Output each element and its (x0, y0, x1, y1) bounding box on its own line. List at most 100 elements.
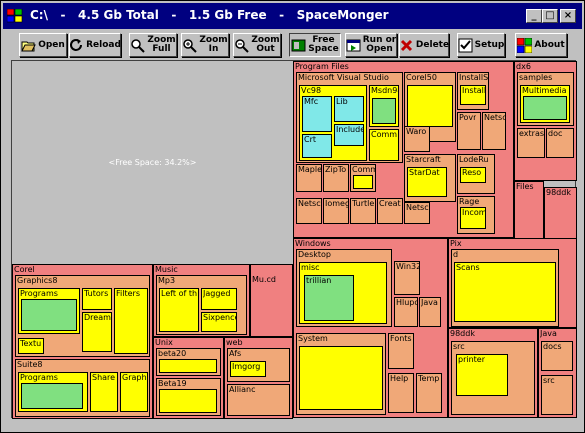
folder-temp[interactable]: Temp (416, 373, 442, 413)
folder-mp3[interactable]: Mp3 Left of th Jagged Sixpence (156, 275, 247, 335)
file-block[interactable] (21, 383, 83, 409)
folder-files[interactable]: Files (514, 181, 544, 241)
folder-textu[interactable]: Textu (18, 338, 44, 354)
folder-system[interactable]: System (296, 333, 386, 415)
folder-common[interactable]: Comm (369, 129, 399, 161)
folder-docs[interactable]: docs (541, 341, 573, 371)
minimize-button[interactable]: _ (526, 9, 542, 23)
zoom-full-button[interactable]: Zoom Full (129, 33, 177, 57)
folder-creat[interactable]: Creat (377, 198, 403, 224)
zoom-out-button[interactable]: Zoom Out (233, 33, 281, 57)
folder-programs[interactable]: Programs (18, 288, 80, 334)
file-block[interactable] (21, 299, 77, 331)
folder-src2[interactable]: src (541, 375, 573, 415)
folder-imgorg[interactable]: Imgorg (230, 361, 266, 377)
maximize-button[interactable]: □ (542, 9, 558, 23)
folder-windows[interactable]: Windows Desktop misc trillian Win32 Hlup… (293, 238, 448, 418)
treemap[interactable]: <Free Space: 34.2%> Program Files Micros… (11, 60, 577, 419)
folder-scans[interactable]: Scans (454, 262, 556, 322)
folder-multimedia[interactable]: Multimedia (520, 85, 570, 123)
file-block[interactable] (372, 98, 396, 124)
folder-fonts[interactable]: Fonts (388, 333, 414, 369)
folder-netsc3[interactable]: Netsc (482, 112, 506, 150)
folder-starcraft[interactable]: Starcraft StarDat (404, 154, 456, 202)
folder-zipto[interactable]: ZipTo (323, 164, 349, 192)
folder-samples[interactable]: samples Multimedia (517, 72, 574, 126)
folder-beta20[interactable]: beta20 (156, 348, 221, 376)
folder-pix[interactable]: Pix d Scans (448, 238, 577, 328)
folder-java[interactable]: Java (419, 297, 441, 327)
folder-music[interactable]: Music Mp3 Left of th Jagged Sixpence (153, 264, 250, 337)
folder-tutors[interactable]: Tutors (82, 288, 112, 310)
folder-netsc2[interactable]: Netsc (404, 202, 430, 224)
folder-programs2[interactable]: Programs (18, 372, 88, 412)
folder-reso[interactable]: Reso (460, 167, 486, 183)
free-space-button[interactable]: Free Space (289, 33, 341, 57)
folder-98ddk[interactable]: 98ddk src printer (448, 328, 538, 418)
run-or-open-button[interactable]: Run or Open (345, 33, 397, 57)
title-bar[interactable]: C:\ - 4.5 Gb Total - 1.5 Gb Free - Space… (3, 3, 582, 29)
folder-sixpence[interactable]: Sixpence (201, 312, 237, 332)
folder-loderun[interactable]: LodeRu Reso (457, 154, 495, 194)
zoom-in-button[interactable]: Zoom In (181, 33, 229, 57)
file-block[interactable] (299, 346, 383, 410)
folder-d[interactable]: d Scans (451, 249, 559, 327)
free-space-block[interactable]: <Free Space: 34.2%> (12, 61, 293, 264)
folder-printer[interactable]: printer (456, 354, 508, 396)
folder-maple[interactable]: Maple (296, 164, 322, 192)
folder-alliance[interactable]: Allianc (227, 384, 290, 416)
folder-waro[interactable]: Waro (404, 126, 430, 152)
close-button[interactable]: × (560, 9, 576, 23)
folder-turtle[interactable]: Turtle (350, 198, 376, 224)
about-button[interactable]: About (515, 33, 567, 57)
folder-lib[interactable]: Lib (334, 96, 364, 122)
folder-doc[interactable]: doc (546, 128, 574, 158)
folder-incom[interactable]: Incom (460, 207, 486, 229)
folder-crt[interactable]: Crt (302, 134, 332, 158)
folder-iomega[interactable]: Iomeg (323, 198, 349, 224)
folder-filters[interactable]: Filters (114, 288, 148, 354)
folder-msdn98[interactable]: Msdn98 (369, 85, 399, 127)
folder-corel[interactable]: Corel Graphics8 Programs Tutors Filters … (12, 264, 153, 419)
file-block[interactable] (159, 359, 217, 373)
folder-help[interactable]: Help (388, 373, 414, 413)
folder-graphics8[interactable]: Graphics8 Programs Tutors Filters Dream … (15, 275, 150, 357)
folder-dream[interactable]: Dream (82, 312, 112, 352)
folder-desktop[interactable]: Desktop misc trillian (296, 249, 392, 327)
folder-trillian[interactable]: trillian (304, 275, 354, 321)
delete-button[interactable]: Delete (399, 33, 449, 57)
folder-povr[interactable]: Povr (457, 112, 481, 150)
folder-98ddk-top[interactable]: 98ddk (544, 187, 577, 241)
folder-graph[interactable]: Graph (120, 372, 148, 412)
folder-unix[interactable]: Unix beta20 Beta19 (153, 337, 224, 419)
folder-install[interactable]: Install (460, 85, 486, 105)
file-block[interactable] (353, 175, 373, 189)
folder-installs[interactable]: InstallS Install (457, 72, 489, 110)
file-block[interactable] (159, 389, 217, 413)
folder-mucd[interactable]: Mu.cd (250, 264, 293, 337)
folder-afs[interactable]: Afs Imgorg (227, 348, 290, 382)
folder-misc[interactable]: misc trillian (299, 262, 387, 324)
folder-src[interactable]: src printer (451, 341, 535, 415)
folder-extras[interactable]: extras (517, 128, 545, 158)
folder-suite8[interactable]: Suite8 Programs Share Graph (15, 359, 150, 417)
folder-netsc[interactable]: Netsc (296, 198, 322, 224)
folder-hlupo[interactable]: Hlupo (394, 297, 418, 327)
setup-button[interactable]: Setup (457, 33, 505, 57)
folder-java2[interactable]: Java docs src (538, 328, 577, 418)
folder-include[interactable]: Include (334, 124, 364, 146)
folder-msvs[interactable]: Microsoft Visual Studio Vc98 Mfc Lib Crt… (296, 72, 403, 163)
folder-win32[interactable]: Win32 (394, 261, 420, 295)
folder-stardat[interactable]: StarDat (407, 167, 447, 197)
folder-left-of-the[interactable]: Left of th (159, 288, 199, 332)
folder-web[interactable]: web Afs Imgorg Allianc (224, 337, 293, 419)
folder-dx6[interactable]: dx6 samples Multimedia extras doc (514, 61, 577, 181)
open-button[interactable]: Open (19, 33, 67, 57)
folder-jagged[interactable]: Jagged (201, 288, 237, 310)
folder-rage[interactable]: Rage Incom (457, 196, 495, 234)
folder-mfc[interactable]: Mfc (302, 96, 332, 132)
folder-beta19[interactable]: Beta19 (156, 378, 221, 416)
folder-share[interactable]: Share (90, 372, 118, 412)
folder-program-files[interactable]: Program Files Microsoft Visual Studio Vc… (293, 61, 514, 238)
reload-button[interactable]: Reload (69, 33, 121, 57)
